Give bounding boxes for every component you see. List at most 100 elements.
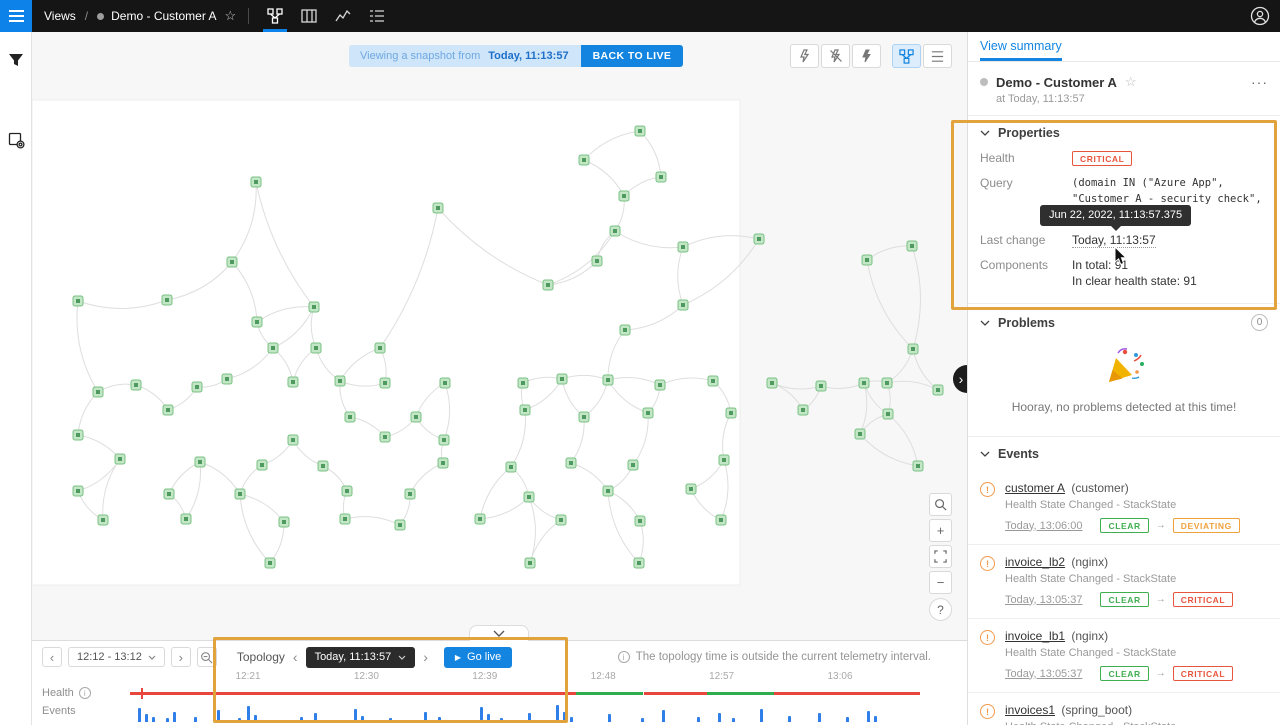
- events-section-header[interactable]: Events: [968, 447, 1280, 461]
- topology-node[interactable]: [518, 378, 528, 388]
- topology-node[interactable]: [227, 257, 237, 267]
- table-view-tab[interactable]: [295, 0, 323, 32]
- topology-node[interactable]: [862, 255, 872, 265]
- topology-node[interactable]: [405, 489, 415, 499]
- topology-node[interactable]: [475, 514, 485, 524]
- topology-node[interactable]: [816, 381, 826, 391]
- topology-node[interactable]: [767, 378, 777, 388]
- topology-node[interactable]: [754, 234, 764, 244]
- topology-node[interactable]: [163, 405, 173, 415]
- event-component-name[interactable]: invoice_lb2: [1005, 555, 1065, 569]
- topology-node[interactable]: [340, 514, 350, 524]
- topology-node[interactable]: [411, 412, 421, 422]
- help-button[interactable]: ?: [929, 598, 952, 621]
- topology-node[interactable]: [603, 375, 613, 385]
- event-item[interactable]: ! invoice_lb1 (nginx) Health State Chang…: [968, 619, 1280, 693]
- topology-node[interactable]: [438, 458, 448, 468]
- topology-node[interactable]: [716, 515, 726, 525]
- topology-node[interactable]: [933, 385, 943, 395]
- topology-node[interactable]: [380, 378, 390, 388]
- topology-node[interactable]: [855, 429, 865, 439]
- topology-node[interactable]: [252, 317, 262, 327]
- graph-layout-button[interactable]: [892, 44, 921, 68]
- zoom-in-button[interactable]: +: [929, 519, 952, 542]
- topology-node[interactable]: [686, 484, 696, 494]
- tab-view-summary[interactable]: View summary: [980, 39, 1062, 61]
- timeline-collapse-tab[interactable]: [469, 625, 529, 641]
- event-component-name[interactable]: invoices1: [1005, 703, 1055, 717]
- range-next-button[interactable]: ›: [171, 647, 191, 667]
- topology-canvas[interactable]: Viewing a snapshot from Today, 11:13:57 …: [32, 32, 967, 640]
- topology-node[interactable]: [164, 489, 174, 499]
- topology-node[interactable]: [634, 558, 644, 568]
- topology-node[interactable]: [520, 405, 530, 415]
- event-time[interactable]: Today, 13:06:00: [1005, 520, 1082, 532]
- topology-node[interactable]: [288, 435, 298, 445]
- event-time[interactable]: Today, 13:05:37: [1005, 594, 1082, 606]
- topology-node[interactable]: [882, 378, 892, 388]
- zoom-search-button[interactable]: [929, 493, 952, 516]
- event-item[interactable]: ! invoice_lb2 (nginx) Health State Chang…: [968, 545, 1280, 619]
- topology-node[interactable]: [235, 489, 245, 499]
- event-component-name[interactable]: customer A: [1005, 481, 1065, 495]
- topology-node[interactable]: [556, 515, 566, 525]
- list-layout-button[interactable]: [923, 44, 952, 68]
- topology-node[interactable]: [655, 380, 665, 390]
- last-change-value[interactable]: Today, 11:13:57: [1072, 233, 1156, 248]
- topology-node[interactable]: [726, 408, 736, 418]
- topology-view-tab[interactable]: [261, 0, 289, 32]
- event-item[interactable]: ! invoices1 (spring_boot) Health State C…: [968, 693, 1280, 725]
- topology-node[interactable]: [643, 408, 653, 418]
- topology-node[interactable]: [251, 177, 261, 187]
- topology-node[interactable]: [610, 226, 620, 236]
- topology-node[interactable]: [635, 516, 645, 526]
- events-timeline-track[interactable]: [130, 699, 920, 723]
- properties-section-header[interactable]: Properties: [980, 126, 1268, 140]
- go-live-button[interactable]: ▶ Go live: [444, 647, 512, 668]
- topology-node[interactable]: [908, 344, 918, 354]
- topology-node[interactable]: [592, 256, 602, 266]
- topology-node[interactable]: [579, 155, 589, 165]
- topology-node[interactable]: [719, 455, 729, 465]
- topology-node[interactable]: [257, 460, 267, 470]
- fit-to-screen-button[interactable]: [929, 545, 952, 568]
- event-component-name[interactable]: invoice_lb1: [1005, 629, 1065, 643]
- topology-node[interactable]: [279, 517, 289, 527]
- topology-node[interactable]: [798, 405, 808, 415]
- user-avatar-icon[interactable]: [1250, 6, 1270, 26]
- favorite-star-icon[interactable]: ☆: [1125, 74, 1137, 90]
- favorite-star-icon[interactable]: ☆: [225, 8, 237, 24]
- topology-node[interactable]: [913, 461, 923, 471]
- topology-node[interactable]: [656, 172, 666, 182]
- more-options-button[interactable]: ···: [1251, 74, 1268, 90]
- topology-node[interactable]: [73, 486, 83, 496]
- health-timeline-track[interactable]: [130, 692, 920, 695]
- topology-node[interactable]: [115, 454, 125, 464]
- topology-node[interactable]: [342, 486, 352, 496]
- topology-time-dropdown[interactable]: Today, 11:13:57: [306, 647, 416, 668]
- timeline-zoom-out-button[interactable]: [197, 647, 217, 667]
- problems-section-header[interactable]: Problems 0: [980, 314, 1268, 331]
- topology-node[interactable]: [440, 378, 450, 388]
- breadcrumb-view-name[interactable]: Demo - Customer A: [111, 9, 216, 23]
- topology-node[interactable]: [345, 412, 355, 422]
- topology-node[interactable]: [628, 460, 638, 470]
- topology-node[interactable]: [525, 558, 535, 568]
- topology-node[interactable]: [543, 280, 553, 290]
- topology-time-next[interactable]: ›: [421, 649, 430, 665]
- range-previous-button[interactable]: ‹: [42, 647, 62, 667]
- topology-node[interactable]: [288, 377, 298, 387]
- topology-node[interactable]: [73, 296, 83, 306]
- topology-node[interactable]: [375, 343, 385, 353]
- hamburger-menu-button[interactable]: [0, 0, 32, 32]
- topology-node[interactable]: [335, 376, 345, 386]
- topology-node[interactable]: [678, 242, 688, 252]
- group-button[interactable]: [852, 44, 881, 68]
- back-to-live-button[interactable]: BACK TO LIVE: [581, 45, 684, 67]
- topology-node[interactable]: [708, 376, 718, 386]
- topology-node[interactable]: [579, 412, 589, 422]
- topology-node[interactable]: [195, 457, 205, 467]
- event-time[interactable]: Today, 13:05:37: [1005, 668, 1082, 680]
- topology-node[interactable]: [883, 409, 893, 419]
- topology-node[interactable]: [395, 520, 405, 530]
